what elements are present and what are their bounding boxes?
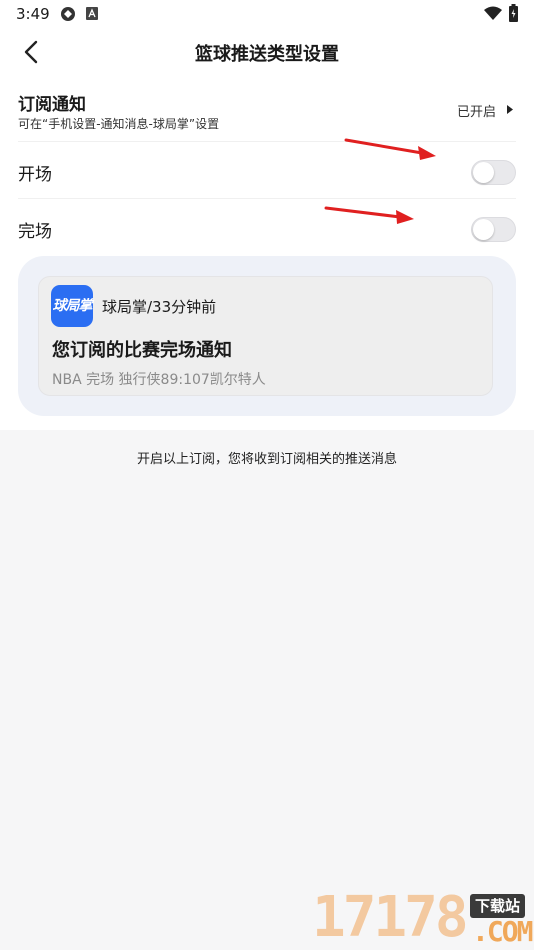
- app-logo: 球局掌: [51, 285, 93, 327]
- status-bar: 3:49: [0, 0, 534, 28]
- app-icon: [61, 7, 75, 21]
- toggle-label-final: 完场: [18, 222, 52, 242]
- battery-icon: [509, 4, 518, 22]
- toggle-knob: [473, 162, 494, 183]
- watermark-logo: 17178 下载站 .COM: [312, 885, 533, 950]
- kickoff-toggle[interactable]: [471, 160, 516, 185]
- final-toggle[interactable]: [471, 217, 516, 242]
- wifi-icon: [484, 6, 502, 20]
- notification-a-icon: [86, 7, 98, 20]
- page-title: 篮球推送类型设置: [195, 44, 339, 65]
- toggle-row-final: 完场: [18, 200, 516, 256]
- nav-bar: 篮球推送类型设置: [0, 30, 534, 74]
- toggle-label-kickoff: 开场: [18, 165, 52, 185]
- subscription-status: 已开启: [456, 105, 496, 120]
- annotation-arrow-icon: [344, 138, 436, 160]
- toggle-knob: [473, 219, 494, 240]
- notification-preview: 球局掌 球局掌/33分钟前 您订阅的比赛完场通知 NBA 完场 独行侠89:10…: [18, 256, 516, 416]
- footer-note: 开启以上订阅，您将收到订阅相关的推送消息: [136, 452, 397, 467]
- notification-title: 您订阅的比赛完场通知: [52, 340, 232, 361]
- notification-body: NBA 完场 独行侠89:107凯尔特人: [52, 372, 266, 388]
- toggle-row-kickoff: 开场: [18, 143, 516, 199]
- annotation-arrow-icon: [324, 206, 414, 224]
- subscription-description: 可在“手机设置-通知消息-球局掌”设置: [18, 117, 220, 131]
- caret-right-icon: [507, 105, 513, 114]
- watermark-number: 17178: [312, 885, 469, 950]
- notification-meta: 球局掌/33分钟前: [102, 298, 217, 316]
- notification-card: 球局掌 球局掌/33分钟前 您订阅的比赛完场通知 NBA 完场 独行侠89:10…: [38, 276, 493, 396]
- watermark-domain: .COM: [472, 915, 533, 948]
- subscription-row[interactable]: 订阅通知 可在“手机设置-通知消息-球局掌”设置 已开启: [18, 84, 516, 142]
- subscription-title: 订阅通知: [18, 95, 86, 115]
- status-time: 3:49: [16, 5, 50, 23]
